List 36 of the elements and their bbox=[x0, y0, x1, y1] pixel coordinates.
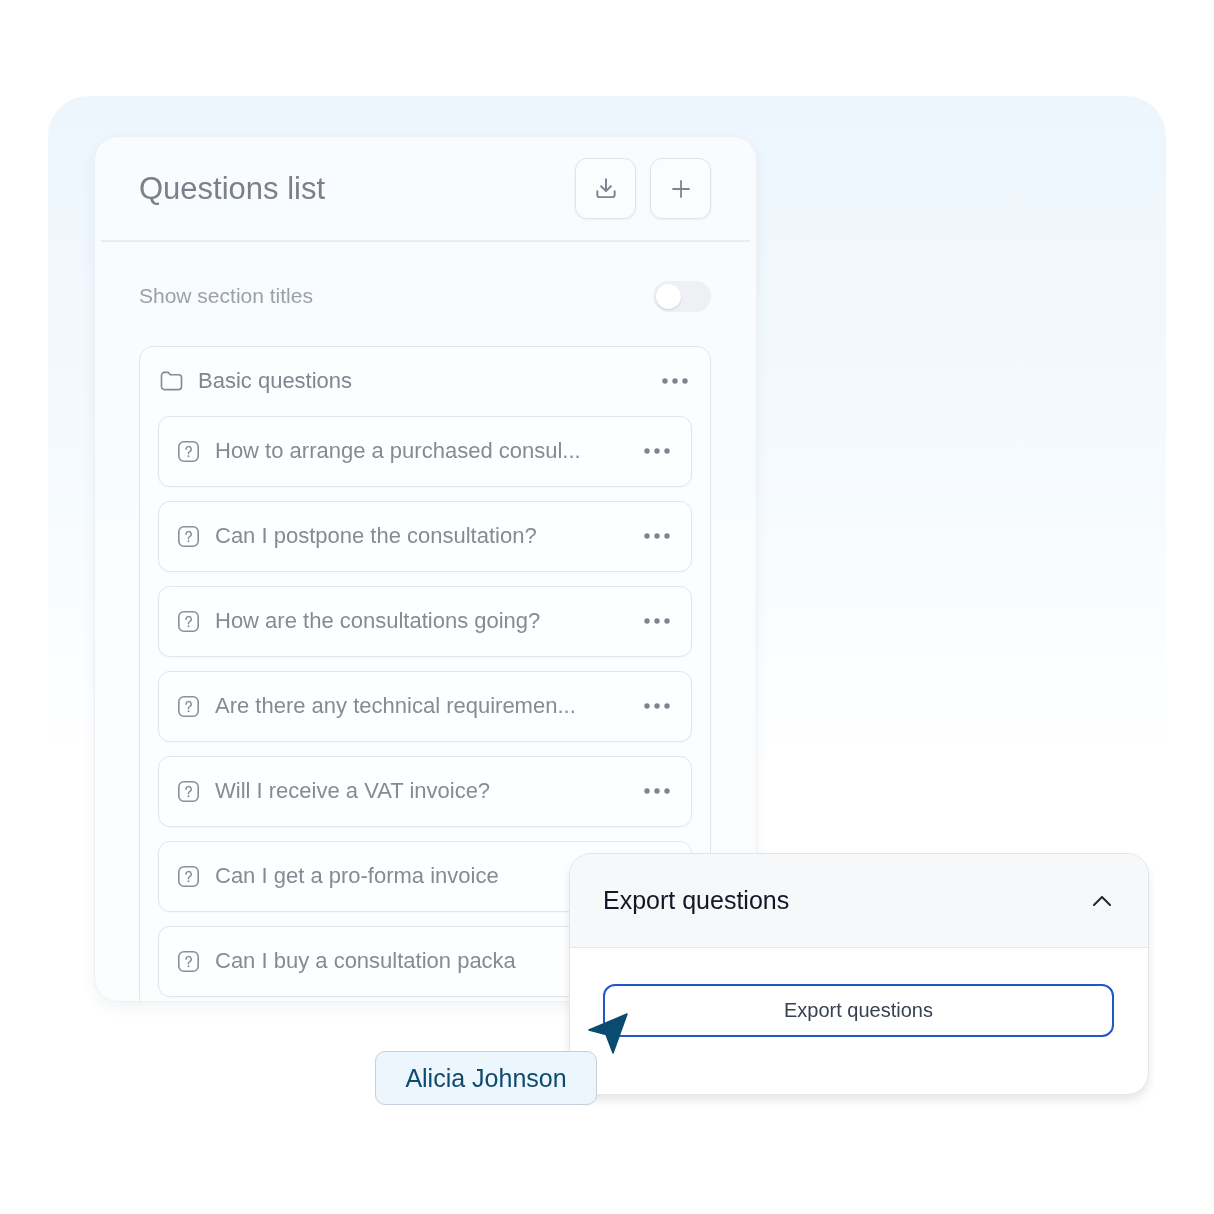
toggle-label: Show section titles bbox=[139, 284, 313, 308]
question-icon bbox=[178, 525, 199, 547]
question-text: Can I get a pro-forma invoice bbox=[215, 863, 500, 889]
more-options-icon[interactable] bbox=[644, 788, 670, 794]
question-row[interactable]: How to arrange a purchased consul... bbox=[158, 415, 692, 487]
question-row[interactable]: Will I receive a VAT invoice? bbox=[158, 755, 692, 827]
section-title: Basic questions bbox=[198, 368, 354, 394]
question-icon bbox=[178, 440, 199, 462]
question-icon bbox=[178, 950, 199, 972]
question-text: How are the consultations going? bbox=[215, 608, 542, 634]
question-text: Can I buy a consultation packa bbox=[215, 948, 517, 974]
question-icon bbox=[178, 610, 199, 632]
question-icon bbox=[178, 780, 199, 802]
user-name-tag: Alicia Johnson bbox=[375, 1051, 597, 1105]
question-row[interactable]: Can I postpone the consultation? bbox=[158, 500, 692, 572]
panel-title: Questions list bbox=[139, 170, 326, 207]
more-options-icon[interactable] bbox=[662, 378, 688, 384]
question-text: Will I receive a VAT invoice? bbox=[215, 778, 492, 804]
question-text: How to arrange a purchased consul... bbox=[215, 438, 582, 464]
question-row[interactable]: Are there any technical requiremen... bbox=[158, 670, 692, 742]
pointer-icon bbox=[587, 1013, 628, 1054]
more-options-icon[interactable] bbox=[644, 533, 670, 539]
export-button[interactable]: Export questions bbox=[603, 984, 1114, 1037]
toggle-switch[interactable] bbox=[653, 280, 711, 312]
question-text: Can I postpone the consultation? bbox=[215, 523, 538, 549]
folder-icon bbox=[160, 371, 183, 391]
question-icon bbox=[178, 865, 199, 887]
download-button[interactable] bbox=[575, 158, 636, 219]
more-options-icon[interactable] bbox=[644, 618, 670, 624]
more-options-icon[interactable] bbox=[644, 703, 670, 709]
question-row[interactable]: How are the consultations going? bbox=[158, 585, 692, 657]
plus-icon bbox=[670, 178, 691, 199]
more-options-icon[interactable] bbox=[644, 448, 670, 454]
chevron-up-icon[interactable] bbox=[1093, 895, 1111, 906]
question-icon bbox=[178, 695, 199, 717]
question-text: Are there any technical requiremen... bbox=[215, 693, 577, 719]
